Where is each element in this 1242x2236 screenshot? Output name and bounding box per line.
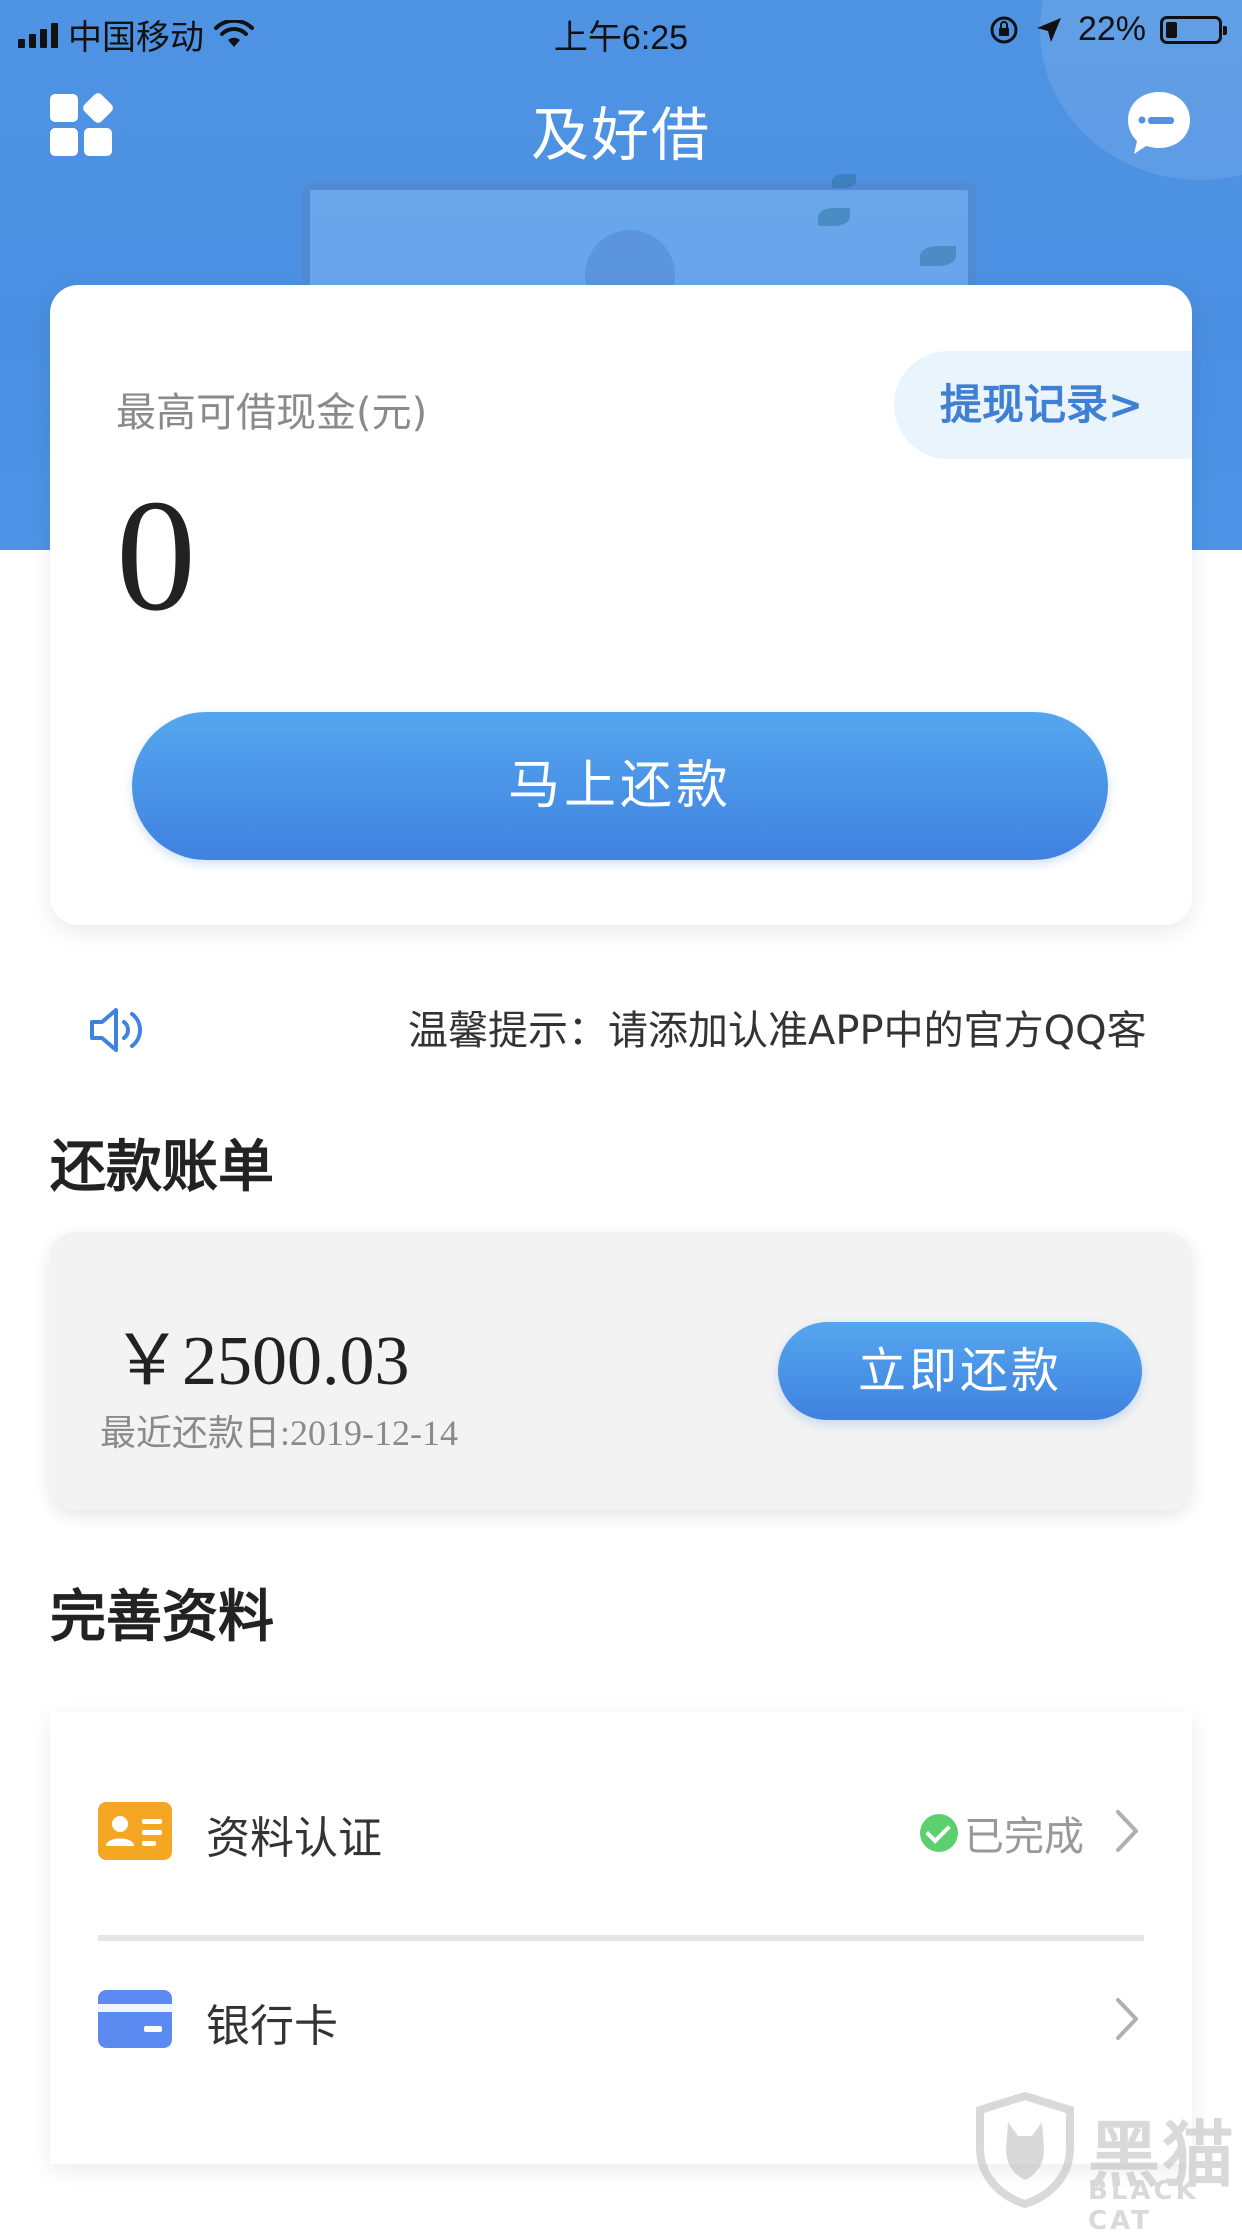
id-card-icon xyxy=(98,1802,172,1860)
battery-icon xyxy=(1160,15,1227,44)
battery-level xyxy=(1166,21,1177,38)
cat-logo-icon xyxy=(976,2092,1074,2208)
message-bubble-icon[interactable] xyxy=(1124,88,1194,158)
notice-marquee: 温馨提示：请添加认准APP中的官方QQ客 xyxy=(408,998,1152,1064)
notice-text: 温馨提示：请添加认准APP中的官方QQ客 xyxy=(408,1008,1147,1054)
leaf-decoration xyxy=(818,208,850,226)
status-badge: 已完成 xyxy=(920,1804,1084,1862)
bill-due-date: 最近还款日:2019-12-14 xyxy=(100,1413,458,1453)
profile-section-title: 完善资料 xyxy=(50,1585,274,1650)
withdraw-record-link[interactable]: 提现记录> xyxy=(894,351,1192,459)
chevron-right-icon xyxy=(1116,1998,1138,2040)
black-cat-watermark: 黑猫 BLACK CAT xyxy=(970,2092,1242,2236)
list-item-profile-verification[interactable]: 资料认证 已完成 xyxy=(50,1736,1192,1926)
bank-card-icon xyxy=(98,1990,172,2048)
bill-section-title: 还款账单 xyxy=(50,1135,274,1200)
bill-card: ￥2500.03 最近还款日:2019-12-14 立即还款 xyxy=(50,1232,1192,1510)
battery-percent: 22% xyxy=(1077,10,1146,48)
leaf-decoration xyxy=(920,246,956,266)
check-circle-icon xyxy=(920,1814,958,1852)
loan-amount: 0 xyxy=(116,466,196,644)
loan-card: 最高可借现金(元) 提现记录> 0 马上还款 xyxy=(50,285,1192,925)
repay-immediately-button[interactable]: 立即还款 xyxy=(778,1322,1142,1420)
repay-now-button[interactable]: 马上还款 xyxy=(132,712,1108,860)
rotation-lock-icon xyxy=(990,16,1018,43)
chevron-right-icon xyxy=(1116,1810,1138,1852)
speaker-icon xyxy=(90,1008,142,1052)
bill-amount: ￥2500.03 xyxy=(112,1323,410,1400)
status-bar: 中国移动 上午6:25 22% xyxy=(0,0,1242,62)
max-loan-label: 最高可借现金(元) xyxy=(116,390,428,436)
watermark-text-en: BLACK CAT xyxy=(1088,2176,1199,2236)
app-title: 及好借 xyxy=(530,101,711,169)
list-item-label: 资料认证 xyxy=(206,1813,382,1864)
status-right: 22% xyxy=(988,10,1227,49)
list-item-label: 银行卡 xyxy=(206,2001,338,2052)
location-icon xyxy=(1036,17,1061,42)
list-divider xyxy=(98,1935,1144,1941)
status-text: 已完成 xyxy=(964,1814,1084,1860)
leaf-decoration xyxy=(832,174,856,188)
